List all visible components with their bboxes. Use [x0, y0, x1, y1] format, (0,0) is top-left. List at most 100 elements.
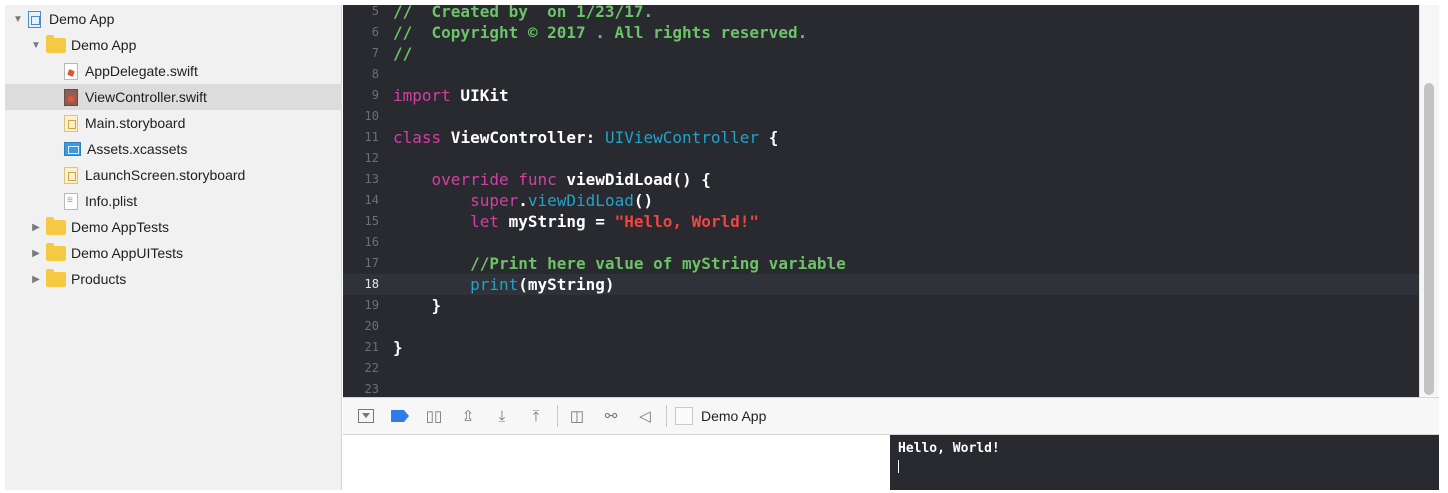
code-line[interactable]: 19 }	[343, 295, 1419, 316]
line-number[interactable]: 10	[343, 106, 383, 127]
line-number[interactable]: 12	[343, 148, 383, 169]
line-number[interactable]: 8	[343, 64, 383, 85]
navigator-item[interactable]: Main.storyboard	[5, 110, 342, 136]
current-code-line[interactable]: 18 print(myString)	[343, 274, 1419, 295]
code-line[interactable]: 16	[343, 232, 1419, 253]
line-number[interactable]: 16	[343, 232, 383, 253]
line-number[interactable]: 13	[343, 169, 383, 190]
pause-icon: ▯▯	[425, 408, 443, 425]
line-number[interactable]: 11	[343, 127, 383, 148]
code-line[interactable]: 7 //	[343, 43, 1419, 64]
line-number[interactable]: 22	[343, 358, 383, 379]
line-number[interactable]: 5	[343, 5, 383, 22]
storyboard-file-icon	[64, 166, 80, 184]
navigator-item[interactable]: Info.plist	[5, 188, 342, 214]
navigator-item-label: Main.storyboard	[85, 115, 186, 131]
code-token-plain: UIKit	[450, 86, 509, 105]
console-pane[interactable]: Hello, World!	[890, 435, 1439, 490]
navigator-item[interactable]: ▼ Demo App	[5, 32, 342, 58]
pause-button[interactable]: ▯▯	[421, 404, 447, 428]
line-number[interactable]: 15	[343, 211, 383, 232]
line-number[interactable]: 18	[343, 274, 383, 295]
folder-icon	[46, 216, 66, 236]
disclosure-closed-icon[interactable]: ▶	[30, 274, 42, 285]
navigator-item-label: AppDelegate.swift	[85, 63, 198, 79]
code-token-plain: }	[393, 296, 442, 315]
step-into-icon: ⤓	[498, 407, 506, 425]
line-number[interactable]: 7	[343, 43, 383, 64]
navigator-item[interactable]: ▶ Demo AppTests	[5, 214, 342, 240]
folder-icon	[46, 242, 66, 262]
step-out-button[interactable]: ⤒	[523, 404, 549, 428]
navigator-item[interactable]: ▶ Products	[5, 266, 342, 292]
line-number[interactable]: 14	[343, 190, 383, 211]
editor-scroll-thumb[interactable]	[1424, 83, 1434, 395]
breakpoints-toggle-button[interactable]	[387, 404, 413, 428]
code-line[interactable]: 11 class ViewController: UIViewController…	[343, 127, 1419, 148]
code-line[interactable]: 23	[343, 379, 1419, 397]
navigator-item[interactable]: ▶ Demo AppUITests	[5, 240, 342, 266]
navigator-item[interactable]: ▼ Demo App	[5, 6, 342, 32]
navigator-item[interactable]: AppDelegate.swift	[5, 58, 342, 84]
code-token-plain: .	[518, 191, 528, 210]
code-line[interactable]: 5 // Created by on 1/23/17.	[343, 5, 1419, 22]
code-line[interactable]: 9 import UIKit	[343, 85, 1419, 106]
editor-scrollbar[interactable]	[1419, 5, 1439, 397]
code-line[interactable]: 8	[343, 64, 1419, 85]
code-token-comment: // Created by on 1/23/17.	[393, 5, 654, 21]
navigator-item-label: Demo App	[71, 37, 137, 53]
disclosure-open-icon[interactable]: ▼	[12, 14, 24, 25]
code-text: class ViewController: UIViewController {	[393, 127, 778, 148]
disclosure-closed-icon[interactable]: ▶	[30, 222, 42, 233]
code-line[interactable]: 17 //Print here value of myString variab…	[343, 253, 1419, 274]
disclosure-open-icon[interactable]: ▼	[30, 40, 42, 51]
code-editor[interactable]: 5 // Created by on 1/23/17. 6 // Copyright …	[343, 5, 1419, 397]
navigator-item[interactable]: ViewController.swift	[5, 84, 342, 110]
line-number[interactable]: 23	[343, 379, 383, 397]
step-into-button[interactable]: ⤓	[489, 404, 515, 428]
memory-graph-button[interactable]: ⚯	[598, 404, 624, 428]
line-number[interactable]: 6	[343, 22, 383, 43]
code-line[interactable]: 21}	[343, 337, 1419, 358]
code-text: let myString = "Hello, World!"	[393, 211, 759, 232]
line-number[interactable]: 20	[343, 316, 383, 337]
simulate-location-button[interactable]: ◁	[632, 404, 658, 428]
code-token-keyword: func	[518, 170, 557, 189]
variables-view[interactable]	[343, 435, 890, 490]
code-text: //	[393, 43, 412, 64]
code-text: // Copyright © 2017 . All rights reserve…	[393, 22, 807, 43]
console-output: Hello, World!	[898, 441, 1000, 456]
code-line[interactable]: 15 let myString = "Hello, World!"	[343, 211, 1419, 232]
line-number[interactable]: 9	[343, 85, 383, 106]
navigator-item[interactable]: LaunchScreen.storyboard	[5, 162, 342, 188]
code-line[interactable]: 14 super.viewDidLoad()	[343, 190, 1419, 211]
location-arrow-icon: ◁	[639, 408, 651, 425]
code-token-string: "Hello, World!"	[614, 212, 760, 231]
line-number[interactable]: 21	[343, 337, 383, 358]
code-line[interactable]: 13 override func viewDidLoad() {	[343, 169, 1419, 190]
view-hierarchy-button[interactable]: ◫	[564, 404, 590, 428]
navigator-item-label: Assets.xcassets	[87, 141, 188, 157]
code-line[interactable]: 22	[343, 358, 1419, 379]
code-token-plain: ViewController:	[441, 128, 605, 147]
code-text: }	[393, 337, 403, 358]
code-text: }	[393, 295, 442, 316]
code-token-keyword: import	[393, 86, 451, 105]
code-line[interactable]: 12	[343, 148, 1419, 169]
line-number[interactable]: 17	[343, 253, 383, 274]
code-line[interactable]: 10	[343, 106, 1419, 127]
code-line[interactable]: 6 // Copyright © 2017 . All rights reserv…	[343, 22, 1419, 43]
step-over-button[interactable]: ⇫	[455, 404, 481, 428]
debug-target-selector[interactable]: Demo App	[675, 407, 766, 425]
code-token-comment: // Copyright © 2017 . All rights reserve…	[393, 23, 808, 42]
code-token-plain: myString =	[498, 212, 615, 231]
code-line[interactable]: 20	[343, 316, 1419, 337]
disclosure-closed-icon[interactable]: ▶	[30, 248, 42, 259]
navigator-item[interactable]: Assets.xcassets	[5, 136, 342, 162]
debug-bar: ▯▯ ⇫ ⤓ ⤒ ◫ ⚯ ◁ Demo App	[343, 397, 1439, 435]
navigator-item-label: Products	[71, 271, 127, 287]
line-number[interactable]: 19	[343, 295, 383, 316]
hide-debug-area-button[interactable]	[353, 404, 379, 428]
